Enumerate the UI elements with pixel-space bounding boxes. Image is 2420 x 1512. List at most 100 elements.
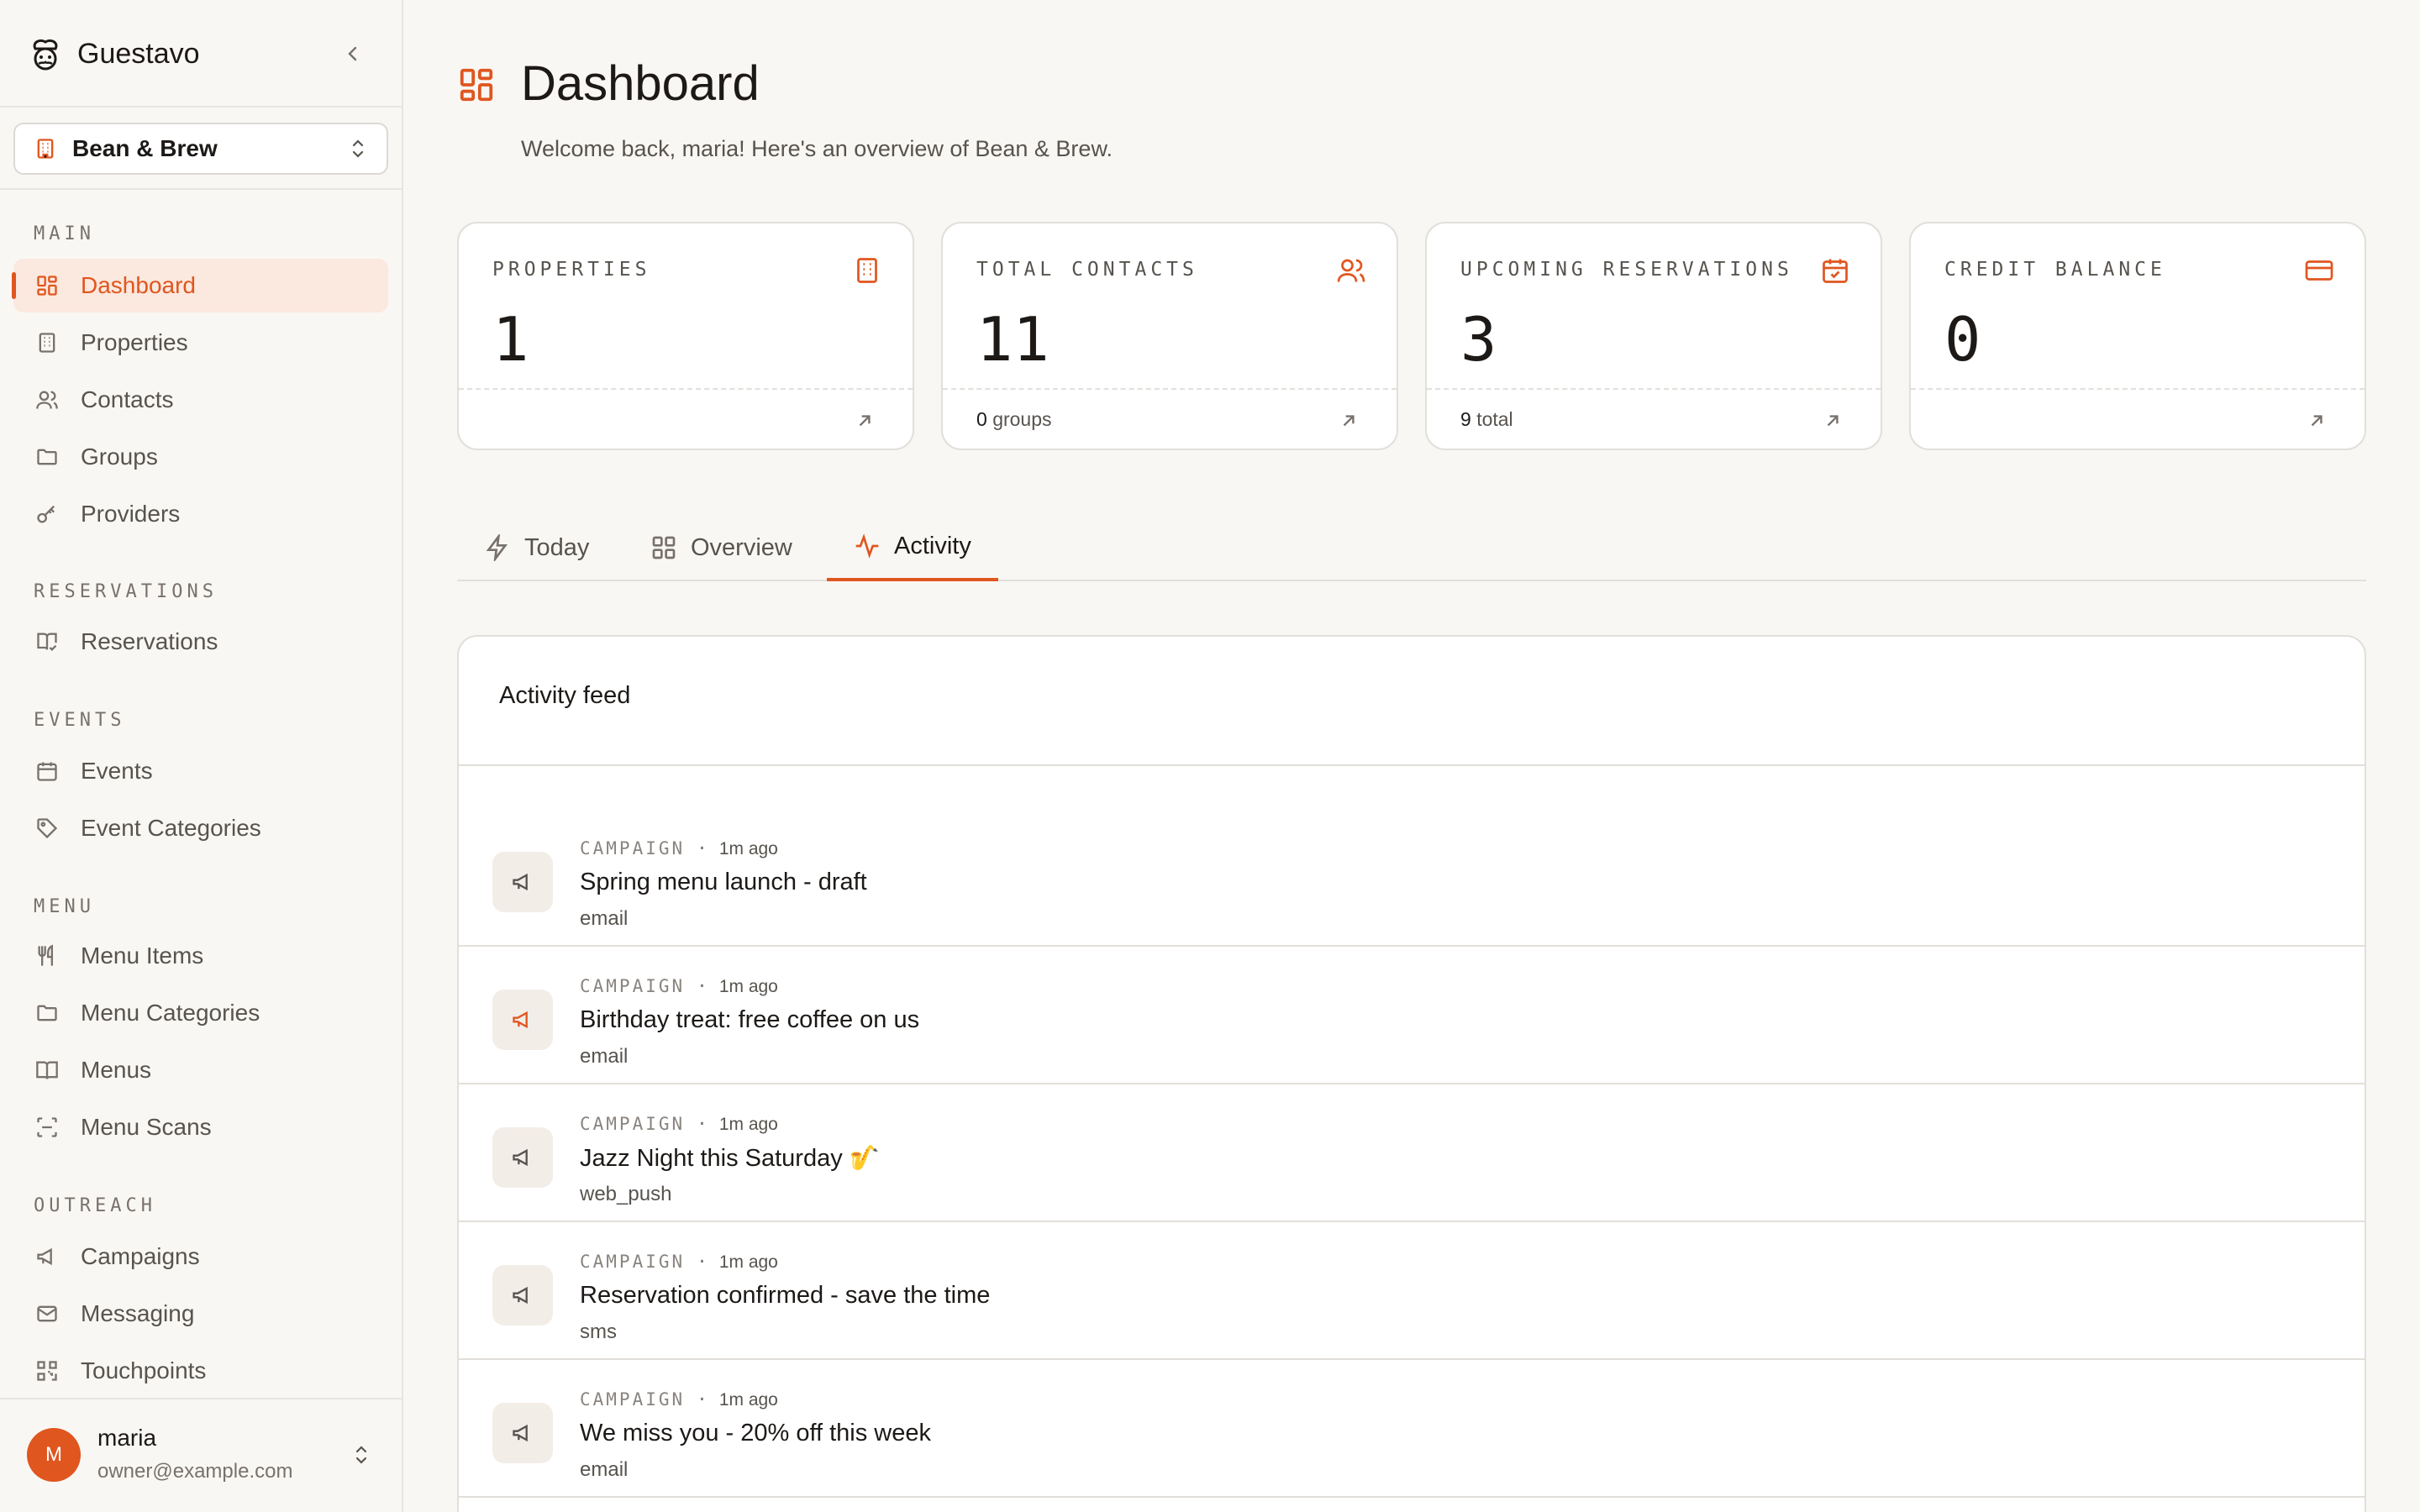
brand[interactable]: Guestavo: [27, 34, 200, 74]
sidebar-item-label: Touchpoints: [81, 1357, 207, 1383]
megaphone-icon: [492, 852, 553, 912]
stat-footer: 0 groups: [976, 408, 1052, 430]
chevron-left-icon: [348, 46, 357, 61]
organization-switcher[interactable]: Bean & Brew: [13, 123, 388, 175]
activity-meta: CAMPAIGN · 1m ago: [580, 1114, 778, 1134]
user-email: owner@example.com: [97, 1460, 293, 1483]
tab-overview[interactable]: Overview: [623, 514, 819, 581]
sidebar-item-label: Contacts: [81, 386, 174, 412]
divider: [459, 388, 913, 390]
list-item[interactable]: CAMPAIGN · 1m ago Birthday treat: free cof…: [459, 948, 2365, 1084]
organization-name: Bean & Brew: [72, 135, 218, 161]
layout-grid-icon: [652, 536, 676, 559]
list-item[interactable]: CAMPAIGN · 1m ago Spring menu launch - dra…: [459, 810, 2365, 947]
folder-icon: [34, 1000, 60, 1026]
sidebar-item-properties[interactable]: Properties: [13, 316, 388, 370]
sidebar-item-label: Reservations: [81, 628, 218, 654]
sidebar-item-contacts[interactable]: Contacts: [13, 373, 388, 427]
divider: [0, 106, 402, 108]
stat-card-total-contacts[interactable]: TOTAL CONTACTS 11 0 groups: [941, 222, 1398, 450]
tab-today[interactable]: Today: [457, 514, 616, 581]
user-menu-button[interactable]: [345, 1438, 378, 1472]
sidebar-item-label: Properties: [81, 329, 188, 355]
megaphone-icon: [492, 1403, 553, 1463]
page-subtitle: Welcome back, maria! Here's an overview …: [521, 136, 1113, 161]
sidebar-item-label: Groups: [81, 444, 158, 470]
sidebar-item-messaging[interactable]: Messaging: [13, 1287, 388, 1341]
sidebar-item-touchpoints[interactable]: Touchpoints: [13, 1344, 388, 1398]
user-account[interactable]: M maria owner@example.com: [0, 1398, 402, 1512]
stat-card-credit-balance[interactable]: CREDIT BALANCE 0: [1909, 222, 2366, 450]
nav-group-outreach: OUTREACH: [34, 1195, 156, 1216]
megaphone-icon: [492, 990, 553, 1050]
collapse-sidebar-button[interactable]: [336, 37, 370, 71]
activity-title: Jazz Night this Saturday 🎷: [580, 1145, 880, 1172]
megaphone-icon: [492, 1265, 553, 1326]
sidebar-item-label: Menu Items: [81, 942, 204, 969]
divider: [1427, 388, 1881, 390]
stat-label: TOTAL CONTACTS: [976, 259, 1198, 281]
users-icon: [1337, 259, 1365, 282]
sidebar-item-reservations[interactable]: Reservations: [13, 615, 388, 669]
credit-card-icon: [2305, 260, 2333, 281]
list-item[interactable]: CAMPAIGN · 1m ago We miss you - 20% off th…: [459, 1361, 2365, 1498]
activity-meta: CAMPAIGN · 1m ago: [580, 976, 778, 996]
chevrons-up-down-icon: [355, 1446, 367, 1464]
active-indicator: [12, 272, 16, 299]
list-item[interactable]: CAMPAIGN · 1m ago Reservation confirmed - …: [459, 1223, 2365, 1360]
megaphone-icon: [34, 1243, 60, 1270]
activity-icon: [855, 533, 879, 559]
tab-label: Today: [524, 533, 590, 561]
divider: [943, 388, 1397, 390]
list-item[interactable]: CAMPAIGN · 1m ago Jazz Night this Saturday…: [459, 1085, 2365, 1222]
building-icon: [857, 258, 877, 283]
book-icon: [34, 1057, 60, 1084]
sidebar-item-dashboard[interactable]: Dashboard: [13, 259, 388, 312]
calendar-check-icon: [1823, 259, 1848, 283]
sidebar-item-campaigns[interactable]: Campaigns: [13, 1230, 388, 1284]
nav-group-reservations: RESERVATIONS: [34, 581, 218, 602]
stat-card-properties[interactable]: PROPERTIES 1: [457, 222, 914, 450]
sidebar-item-event-categories[interactable]: Event Categories: [13, 801, 388, 855]
building-icon: [34, 329, 60, 356]
sidebar-item-events[interactable]: Events: [13, 744, 388, 798]
sidebar-item-groups[interactable]: Groups: [13, 430, 388, 484]
activity-meta: CAMPAIGN · 1m ago: [580, 1389, 778, 1410]
stat-label: PROPERTIES: [492, 259, 651, 281]
activity-title: Spring menu launch - draft: [580, 869, 867, 895]
sidebar-item-menu-categories[interactable]: Menu Categories: [13, 986, 388, 1040]
stat-value: 0: [1944, 304, 1981, 375]
nav-group-main: MAIN: [34, 223, 95, 244]
avatar: M: [27, 1428, 81, 1482]
activity-title: We miss you - 20% off this week: [580, 1420, 931, 1446]
sidebar: Guestavo Bean & Brew MAIN Dashboard Prop…: [0, 0, 403, 1512]
utensils-icon: [34, 942, 60, 969]
arrow-up-right-icon: [859, 415, 871, 427]
activity-meta: CAMPAIGN · 1m ago: [580, 838, 778, 858]
stat-footer: 9 total: [1460, 408, 1513, 430]
sidebar-item-label: Messaging: [81, 1300, 195, 1326]
activity-channel: email: [580, 1458, 629, 1481]
activity-channel: email: [580, 907, 629, 930]
sidebar-item-menu-items[interactable]: Menu Items: [13, 929, 388, 983]
tab-activity[interactable]: Activity: [827, 514, 998, 581]
sidebar-item-menu-scans[interactable]: Menu Scans: [13, 1100, 388, 1154]
sidebar-item-label: Menu Categories: [81, 1000, 260, 1026]
sidebar-item-menus[interactable]: Menus: [13, 1043, 388, 1097]
users-icon: [34, 386, 60, 413]
sidebar-item-label: Dashboard: [81, 272, 196, 298]
activity-channel: email: [580, 1045, 629, 1068]
activity-title: Reservation confirmed - save the time: [580, 1282, 991, 1309]
qr-code-icon: [34, 1357, 60, 1384]
sidebar-item-label: Campaigns: [81, 1243, 200, 1269]
tab-label: Activity: [894, 532, 971, 559]
sidebar-item-providers[interactable]: Providers: [13, 487, 388, 541]
book-open-check-icon: [34, 628, 60, 655]
megaphone-icon: [492, 1127, 553, 1188]
divider: [1911, 388, 2365, 390]
key-icon: [34, 501, 60, 528]
stat-card-upcoming-reservations[interactable]: UPCOMING RESERVATIONS 3 9 total: [1425, 222, 1882, 450]
layout-grid-icon: [34, 272, 60, 299]
app-name: Guestavo: [77, 37, 200, 70]
scan-icon: [34, 1114, 60, 1141]
